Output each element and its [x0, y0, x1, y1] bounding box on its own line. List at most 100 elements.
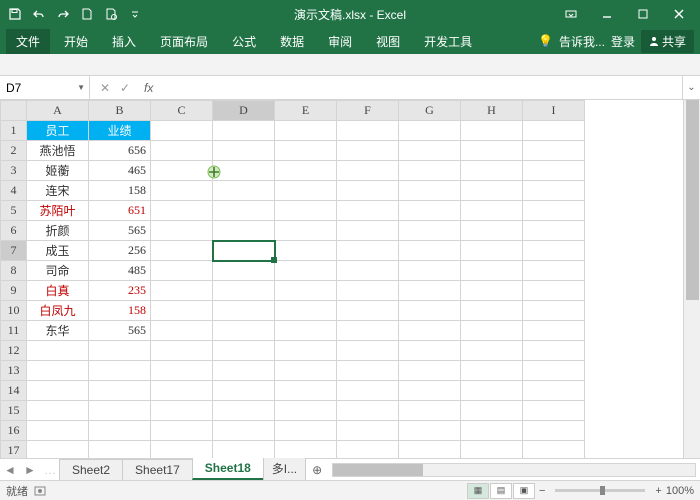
- cell-C13[interactable]: [151, 361, 213, 381]
- save-button[interactable]: [4, 3, 26, 25]
- cell-D10[interactable]: [213, 301, 275, 321]
- sheet-tab-Sheet17[interactable]: Sheet17: [122, 459, 193, 480]
- cell-D7[interactable]: [213, 241, 275, 261]
- cell-H14[interactable]: [461, 381, 523, 401]
- cell-E7[interactable]: [275, 241, 337, 261]
- row-header-6[interactable]: 6: [1, 221, 27, 241]
- cell-H17[interactable]: [461, 441, 523, 459]
- col-header-D[interactable]: D: [213, 101, 275, 121]
- cell-F1[interactable]: [337, 121, 399, 141]
- tab-home[interactable]: 开始: [54, 29, 98, 54]
- cell-B3[interactable]: 465: [89, 161, 151, 181]
- cell-A4[interactable]: 连宋: [27, 181, 89, 201]
- tab-layout[interactable]: 页面布局: [150, 29, 218, 54]
- cell-H6[interactable]: [461, 221, 523, 241]
- cell-G6[interactable]: [399, 221, 461, 241]
- cell-I4[interactable]: [523, 181, 585, 201]
- cell-C1[interactable]: [151, 121, 213, 141]
- cell-D9[interactable]: [213, 281, 275, 301]
- cell-F9[interactable]: [337, 281, 399, 301]
- name-box[interactable]: ▼: [0, 76, 90, 99]
- row-header-10[interactable]: 10: [1, 301, 27, 321]
- cell-F11[interactable]: [337, 321, 399, 341]
- cell-B16[interactable]: [89, 421, 151, 441]
- cancel-formula-button[interactable]: ✕: [96, 81, 114, 95]
- col-header-B[interactable]: B: [89, 101, 151, 121]
- share-button[interactable]: 共享: [641, 30, 694, 53]
- col-header-G[interactable]: G: [399, 101, 461, 121]
- cell-G5[interactable]: [399, 201, 461, 221]
- cell-C11[interactable]: [151, 321, 213, 341]
- cell-D1[interactable]: [213, 121, 275, 141]
- cell-E13[interactable]: [275, 361, 337, 381]
- cell-A10[interactable]: 白凤九: [27, 301, 89, 321]
- cell-B8[interactable]: 485: [89, 261, 151, 281]
- cell-B6[interactable]: 565: [89, 221, 151, 241]
- cell-A1[interactable]: 员工: [27, 121, 89, 141]
- chevron-down-icon[interactable]: ▼: [77, 83, 85, 92]
- cell-A9[interactable]: 白真: [27, 281, 89, 301]
- cell-I3[interactable]: [523, 161, 585, 181]
- cell-F12[interactable]: [337, 341, 399, 361]
- cell-H11[interactable]: [461, 321, 523, 341]
- cell-E5[interactable]: [275, 201, 337, 221]
- cell-B13[interactable]: [89, 361, 151, 381]
- cell-I13[interactable]: [523, 361, 585, 381]
- cell-H9[interactable]: [461, 281, 523, 301]
- cell-E17[interactable]: [275, 441, 337, 459]
- cell-H12[interactable]: [461, 341, 523, 361]
- cell-F7[interactable]: [337, 241, 399, 261]
- sheet-nav-next[interactable]: ►: [20, 461, 40, 479]
- cell-A11[interactable]: 东华: [27, 321, 89, 341]
- col-header-I[interactable]: I: [523, 101, 585, 121]
- row-header-14[interactable]: 14: [1, 381, 27, 401]
- cell-C4[interactable]: [151, 181, 213, 201]
- cell-H15[interactable]: [461, 401, 523, 421]
- cell-C7[interactable]: [151, 241, 213, 261]
- cell-C10[interactable]: [151, 301, 213, 321]
- cell-I15[interactable]: [523, 401, 585, 421]
- cell-E11[interactable]: [275, 321, 337, 341]
- tab-data[interactable]: 数据: [270, 29, 314, 54]
- cell-C5[interactable]: [151, 201, 213, 221]
- close-button[interactable]: [662, 0, 696, 28]
- cell-B15[interactable]: [89, 401, 151, 421]
- cell-F8[interactable]: [337, 261, 399, 281]
- cell-C3[interactable]: [151, 161, 213, 181]
- cell-B10[interactable]: 158: [89, 301, 151, 321]
- cell-B9[interactable]: 235: [89, 281, 151, 301]
- horizontal-scrollbar[interactable]: [332, 463, 696, 477]
- cell-G13[interactable]: [399, 361, 461, 381]
- cell-B11[interactable]: 565: [89, 321, 151, 341]
- cell-I12[interactable]: [523, 341, 585, 361]
- cell-E2[interactable]: [275, 141, 337, 161]
- cell-E15[interactable]: [275, 401, 337, 421]
- cell-D4[interactable]: [213, 181, 275, 201]
- cell-H2[interactable]: [461, 141, 523, 161]
- tab-review[interactable]: 审阅: [318, 29, 362, 54]
- cell-D6[interactable]: [213, 221, 275, 241]
- cell-B7[interactable]: 256: [89, 241, 151, 261]
- cell-A5[interactable]: 苏陌叶: [27, 201, 89, 221]
- cell-D3[interactable]: [213, 161, 275, 181]
- cell-A6[interactable]: 折颜: [27, 221, 89, 241]
- cell-A13[interactable]: [27, 361, 89, 381]
- cell-A14[interactable]: [27, 381, 89, 401]
- cell-A8[interactable]: 司命: [27, 261, 89, 281]
- view-pagebreak-button[interactable]: ▣: [513, 483, 535, 499]
- cell-A2[interactable]: 燕池悟: [27, 141, 89, 161]
- row-header-11[interactable]: 11: [1, 321, 27, 341]
- col-header-E[interactable]: E: [275, 101, 337, 121]
- enter-formula-button[interactable]: ✓: [116, 81, 134, 95]
- cell-D17[interactable]: [213, 441, 275, 459]
- grid[interactable]: ABCDEFGHI1员工业绩2燕池悟6563姬蘅4654连宋1585苏陌叶651…: [0, 100, 683, 458]
- tab-insert[interactable]: 插入: [102, 29, 146, 54]
- cell-G11[interactable]: [399, 321, 461, 341]
- row-header-3[interactable]: 3: [1, 161, 27, 181]
- cell-G15[interactable]: [399, 401, 461, 421]
- cell-C9[interactable]: [151, 281, 213, 301]
- formula-input[interactable]: [157, 76, 682, 99]
- cell-B5[interactable]: 651: [89, 201, 151, 221]
- row-header-1[interactable]: 1: [1, 121, 27, 141]
- expand-formula-button[interactable]: ⌄: [682, 76, 700, 99]
